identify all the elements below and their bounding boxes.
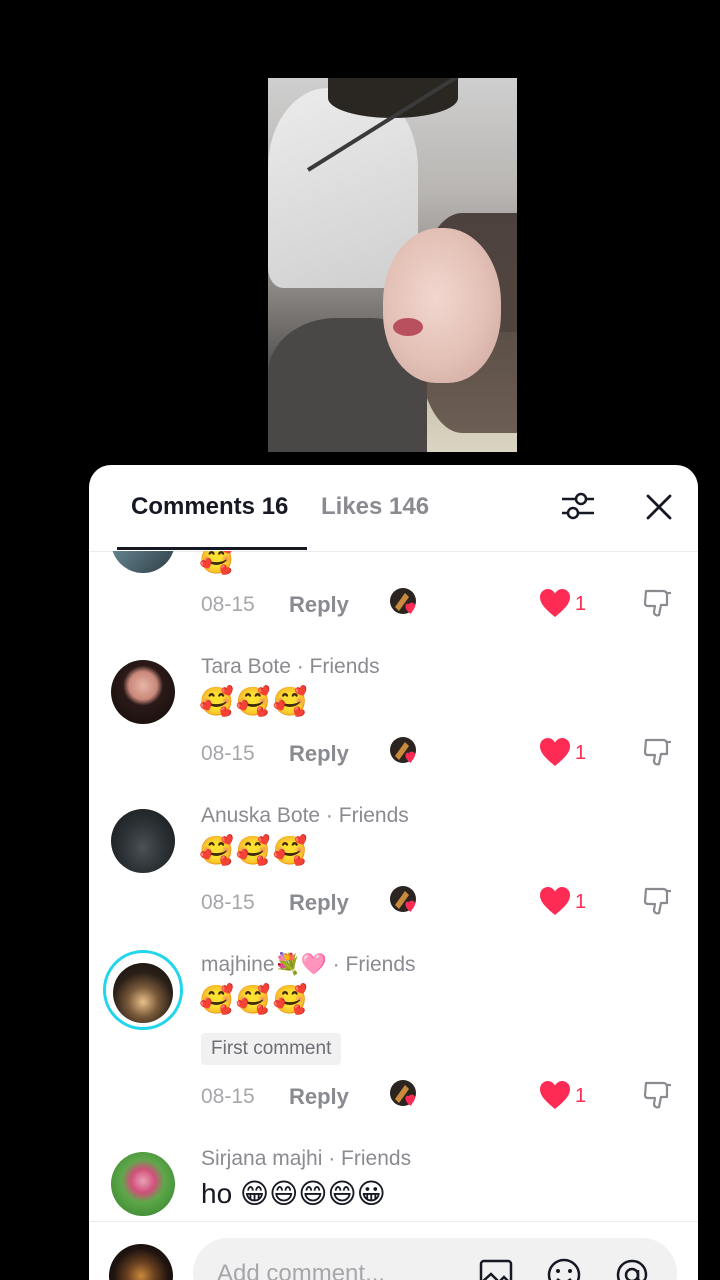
commenter-name-text[interactable]: Tara Bote bbox=[201, 655, 291, 678]
tab-likes[interactable]: Likes 146 bbox=[321, 493, 429, 521]
reply-button[interactable]: Reply bbox=[289, 741, 349, 767]
comments-sheet: Comments 16 Likes 146 🥰 08-15 Reply 1 Ta… bbox=[89, 465, 698, 1280]
emoji-icon[interactable] bbox=[545, 1256, 583, 1280]
image-icon[interactable] bbox=[477, 1256, 515, 1280]
like-heart-icon[interactable] bbox=[539, 1080, 571, 1110]
avatar[interactable] bbox=[111, 1152, 175, 1216]
creator-liked-icon bbox=[390, 886, 416, 912]
reply-button[interactable]: Reply bbox=[289, 1084, 349, 1110]
commenter-name: Sirjana majhi · Friends bbox=[201, 1147, 411, 1171]
creator-liked-icon bbox=[390, 588, 416, 614]
commenter-name-text[interactable]: Anuska Bote bbox=[201, 804, 320, 827]
like-count: 1 bbox=[575, 593, 587, 615]
comment-list[interactable]: 🥰 08-15 Reply 1 Tara Bote · Friends 🥰🥰🥰 … bbox=[89, 551, 698, 1221]
like-count: 1 bbox=[575, 742, 587, 764]
video-frame-shape bbox=[328, 78, 458, 118]
tab-comments[interactable]: Comments 16 bbox=[131, 493, 288, 521]
mention-icon[interactable] bbox=[613, 1256, 651, 1280]
comment-text: ho 😁😄😄😄😀 bbox=[201, 1178, 386, 1209]
comment-date: 08-15 bbox=[201, 1085, 255, 1108]
tab-bar: Comments 16 Likes 146 bbox=[89, 465, 698, 552]
like-count: 1 bbox=[575, 891, 587, 913]
comment-emoji: 🥰🥰🥰 bbox=[199, 686, 310, 717]
my-avatar bbox=[109, 1244, 173, 1280]
close-icon[interactable] bbox=[641, 489, 677, 525]
dislike-icon[interactable] bbox=[641, 586, 675, 620]
commenter-name: Anuska Bote · Friends bbox=[201, 804, 409, 828]
avatar[interactable] bbox=[111, 809, 175, 873]
dislike-icon[interactable] bbox=[641, 884, 675, 918]
video-frame-shape bbox=[383, 228, 501, 383]
avatar[interactable] bbox=[113, 963, 173, 1023]
dislike-icon[interactable] bbox=[641, 735, 675, 769]
creator-liked-icon bbox=[390, 1080, 416, 1106]
commenter-name-text[interactable]: Sirjana majhi bbox=[201, 1147, 322, 1170]
friend-tag: · Friends bbox=[320, 804, 409, 827]
like-heart-icon[interactable] bbox=[539, 737, 571, 767]
commenter-name-text[interactable]: majhine💐🩷 bbox=[201, 953, 327, 976]
like-heart-icon[interactable] bbox=[539, 588, 571, 618]
avatar[interactable] bbox=[111, 660, 175, 724]
comment-emoji: 🥰🥰🥰 bbox=[199, 984, 310, 1015]
reply-button[interactable]: Reply bbox=[289, 592, 349, 618]
comment-date: 08-15 bbox=[201, 593, 255, 616]
tab-underline bbox=[117, 547, 307, 550]
dislike-icon[interactable] bbox=[641, 1078, 675, 1112]
video-frame-shape bbox=[393, 318, 423, 336]
commenter-name: majhine💐🩷 · Friends bbox=[201, 953, 416, 977]
comment-date: 08-15 bbox=[201, 891, 255, 914]
first-comment-badge: First comment bbox=[201, 1033, 342, 1065]
comment-input[interactable]: Add comment... bbox=[193, 1238, 677, 1280]
avatar[interactable] bbox=[111, 551, 175, 573]
reply-button[interactable]: Reply bbox=[289, 890, 349, 916]
commenter-name: Tara Bote · Friends bbox=[201, 655, 380, 679]
friend-tag: · Friends bbox=[322, 1147, 412, 1170]
filter-icon[interactable] bbox=[559, 487, 597, 525]
video-preview[interactable] bbox=[268, 78, 517, 452]
comment-composer: Add comment... bbox=[89, 1221, 698, 1280]
comment-emoji: 🥰 bbox=[199, 551, 236, 575]
comment-emoji: 🥰🥰🥰 bbox=[199, 835, 310, 866]
like-heart-icon[interactable] bbox=[539, 886, 571, 916]
friend-tag: · Friends bbox=[326, 953, 416, 976]
comment-input-placeholder: Add comment... bbox=[217, 1260, 386, 1280]
like-count: 1 bbox=[575, 1085, 587, 1107]
comment-date: 08-15 bbox=[201, 742, 255, 765]
friend-tag: · Friends bbox=[290, 655, 380, 678]
creator-liked-icon bbox=[390, 737, 416, 763]
